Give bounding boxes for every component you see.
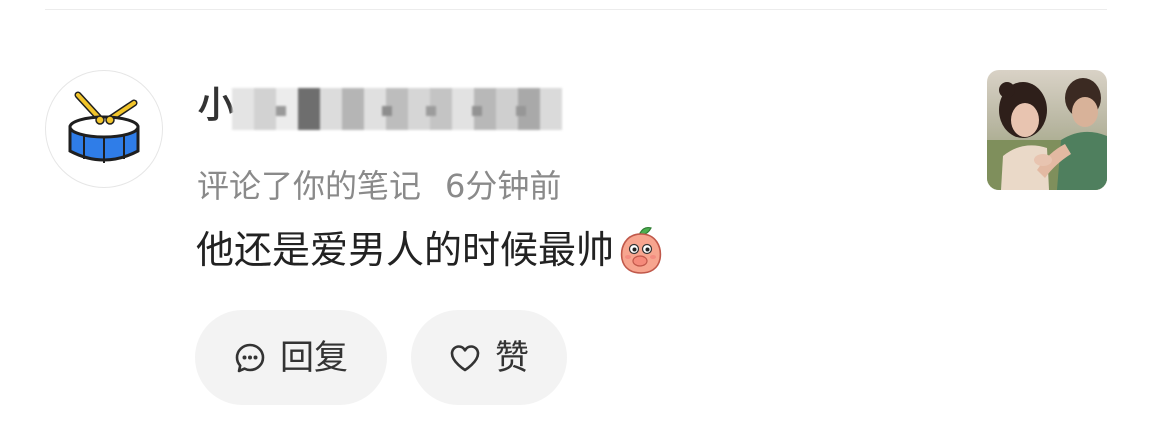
reply-button[interactable]: 回复 xyxy=(195,310,387,405)
comment-bubble-icon xyxy=(235,343,265,372)
username-text: 小 xyxy=(198,85,237,126)
reply-label: 回复 xyxy=(280,337,348,378)
like-label: 赞 xyxy=(495,337,529,378)
note-thumbnail[interactable] xyxy=(987,70,1107,190)
like-button[interactable]: 赞 xyxy=(411,310,567,405)
comment-body[interactable]: 他还是爱男人的时候最帅 xyxy=(196,224,664,276)
user-avatar[interactable] xyxy=(45,70,163,188)
comment-text: 他还是爱男人的时候最帅 xyxy=(196,228,615,272)
peach-emoji-icon xyxy=(620,226,662,274)
username[interactable]: 小 xyxy=(196,80,576,130)
comment-meta: 评论了你的笔记 6分钟前 xyxy=(197,164,561,208)
note-thumbnail-image xyxy=(987,70,1107,190)
heart-icon xyxy=(450,344,480,371)
comment-notification[interactable]: 小 评论了你的笔记 6分钟前 他还是爱男人的时候最帅 回复 赞 xyxy=(0,0,1152,438)
drum-icon xyxy=(68,91,140,163)
blurred-username-mosaic xyxy=(232,88,562,130)
top-divider xyxy=(45,9,1107,10)
timestamp: 6分钟前 xyxy=(445,167,562,205)
action-text: 评论了你的笔记 xyxy=(197,167,422,205)
